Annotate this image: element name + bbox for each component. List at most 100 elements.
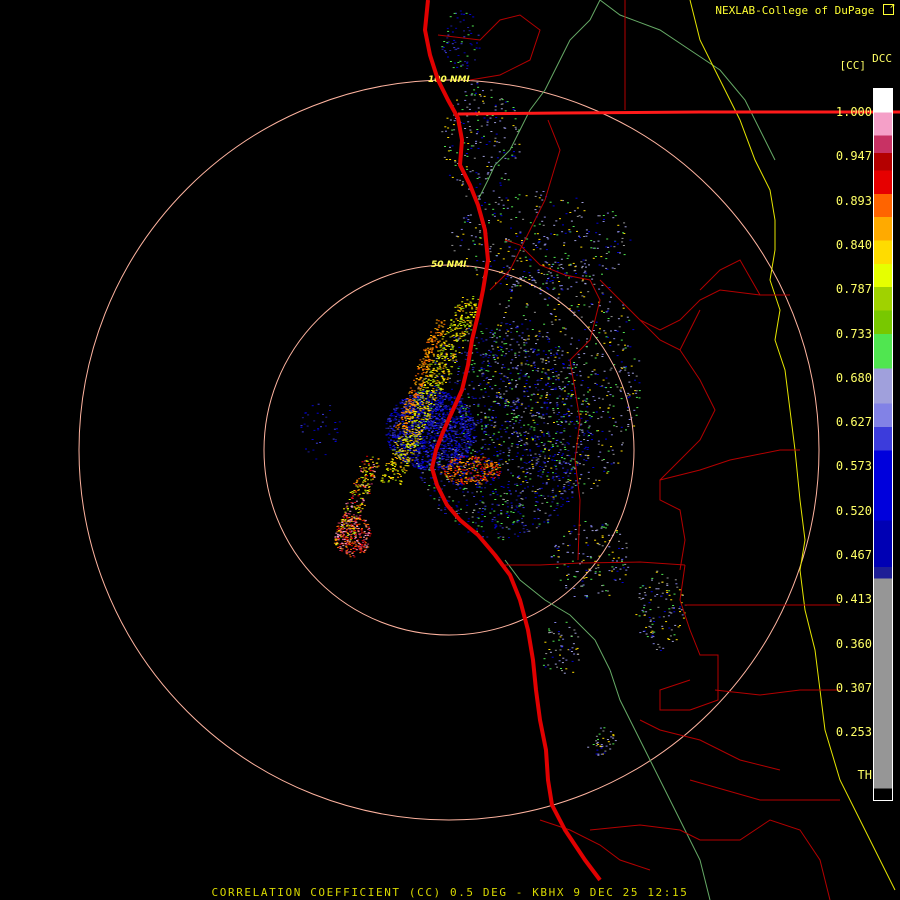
echo-pixel: [500, 215, 503, 217]
echo-pixel: [399, 401, 402, 403]
echo-pixel: [401, 420, 404, 422]
echo-pixel: [554, 319, 557, 321]
echo-pixel: [599, 328, 601, 330]
echo-pixel: [346, 540, 349, 542]
echo-pixel: [451, 129, 454, 131]
echo-pixel: [547, 278, 549, 280]
echo-pixel: [610, 367, 613, 369]
echo-pixel: [569, 460, 572, 462]
echo-pixel: [417, 407, 419, 409]
map-background: [0, 0, 900, 900]
echo-pixel: [456, 463, 459, 465]
echo-pixel: [537, 349, 540, 351]
echo-pixel: [496, 454, 499, 456]
echo-pixel: [409, 395, 411, 397]
echo-pixel: [523, 342, 526, 344]
echo-pixel: [556, 397, 559, 399]
echo-pixel: [592, 396, 595, 398]
echo-pixel: [465, 443, 468, 445]
echo-pixel: [427, 355, 430, 357]
echo-pixel: [600, 416, 603, 418]
echo-pixel: [481, 425, 483, 427]
echo-pixel: [532, 466, 534, 468]
echo-pixel: [519, 232, 522, 234]
echo-pixel: [566, 377, 569, 379]
echo-pixel: [445, 406, 448, 408]
echo-pixel: [468, 447, 471, 449]
echo-pixel: [556, 431, 559, 433]
echo-pixel: [354, 536, 357, 537]
echo-pixel: [593, 247, 596, 249]
echo-pixel: [527, 424, 530, 426]
echo-pixel: [511, 388, 514, 390]
echo-pixel: [426, 420, 429, 422]
echo-pixel: [531, 370, 534, 372]
echo-pixel: [417, 418, 420, 420]
echo-pixel: [582, 492, 585, 494]
echo-pixel: [438, 388, 441, 390]
echo-pixel: [427, 443, 430, 445]
echo-pixel: [436, 422, 439, 424]
echo-pixel: [585, 413, 588, 415]
echo-pixel: [447, 377, 450, 379]
echo-pixel: [427, 349, 430, 351]
echo-pixel: [586, 430, 589, 432]
echo-pixel: [443, 343, 446, 345]
echo-pixel: [487, 395, 490, 397]
echo-pixel: [439, 335, 442, 337]
echo-pixel: [486, 536, 489, 538]
echo-pixel: [395, 437, 398, 439]
echo-pixel: [491, 468, 494, 470]
echo-pixel: [428, 425, 431, 426]
echo-pixel: [427, 367, 430, 369]
echo-pixel: [460, 316, 462, 318]
echo-pixel: [557, 485, 559, 487]
echo-pixel: [500, 177, 503, 179]
echo-pixel: [508, 402, 510, 404]
echo-pixel: [553, 287, 556, 289]
echo-pixel: [478, 450, 481, 452]
echo-pixel: [440, 397, 443, 399]
echo-pixel: [554, 494, 557, 496]
echo-pixel: [455, 333, 458, 335]
echo-pixel: [449, 149, 452, 151]
echo-pixel: [598, 234, 601, 236]
echo-pixel: [439, 391, 442, 393]
echo-pixel: [472, 449, 474, 451]
echo-pixel: [412, 457, 415, 459]
echo-pixel: [457, 445, 460, 447]
echo-pixel: [414, 439, 417, 441]
echo-pixel: [462, 491, 465, 493]
echo-pixel: [494, 446, 497, 448]
echo-pixel: [509, 372, 512, 374]
echo-pixel: [469, 441, 472, 443]
echo-pixel: [554, 364, 557, 365]
echo-pixel: [407, 459, 410, 461]
echo-pixel: [412, 408, 415, 410]
echo-pixel: [417, 411, 420, 413]
echo-pixel: [413, 396, 416, 398]
echo-pixel: [584, 422, 587, 423]
echo-pixel: [518, 432, 521, 434]
echo-pixel: [439, 427, 442, 429]
echo-pixel: [432, 391, 435, 392]
echo-pixel: [406, 429, 409, 431]
echo-pixel: [438, 413, 441, 415]
echo-pixel: [509, 406, 512, 408]
echo-pixel: [409, 431, 412, 433]
echo-pixel: [558, 395, 561, 397]
echo-pixel: [603, 342, 606, 344]
echo-pixel: [609, 345, 612, 347]
echo-pixel: [461, 321, 464, 323]
echo-pixel: [530, 394, 533, 396]
echo-pixel: [464, 154, 467, 156]
echo-pixel: [465, 95, 468, 97]
echo-pixel: [621, 367, 624, 369]
echo-pixel: [455, 318, 458, 320]
echo-pixel: [406, 398, 409, 399]
echo-pixel: [484, 417, 487, 419]
echo-pixel: [451, 244, 454, 246]
echo-pixel: [494, 201, 497, 203]
echo-pixel: [495, 491, 497, 493]
echo-pixel: [585, 235, 588, 237]
